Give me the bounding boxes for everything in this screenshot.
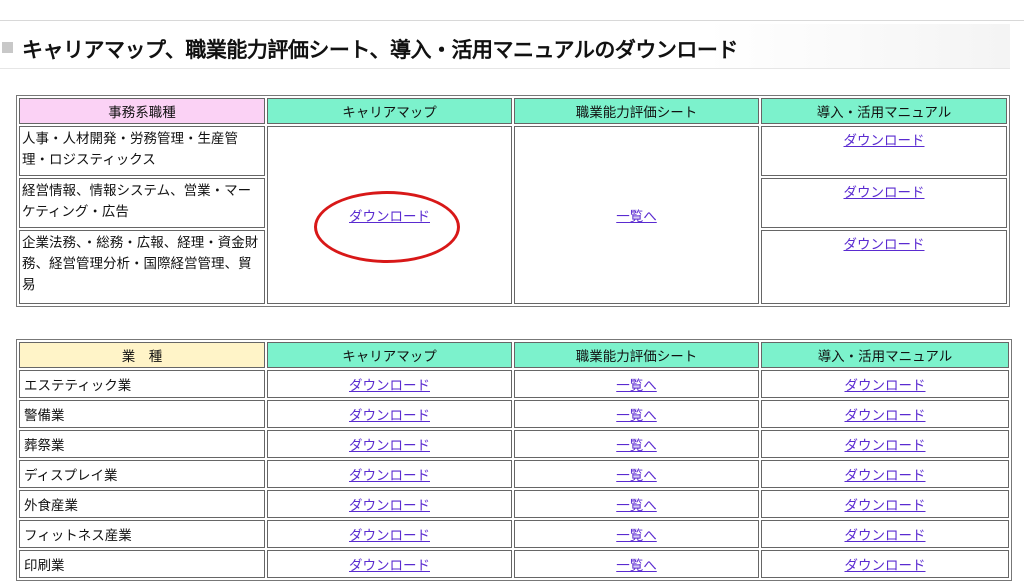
career-map-cell: ダウンロード — [267, 400, 512, 428]
eval-sheet-list-link[interactable]: 一覧へ — [616, 468, 657, 484]
header-eval-sheet: 職業能力評価シート — [514, 98, 759, 124]
eval-sheet-cell: 一覧へ — [514, 460, 759, 488]
eval-sheet-cell: 一覧へ — [514, 370, 759, 398]
eval-sheet-list-link[interactable]: 一覧へ — [616, 438, 657, 454]
eval-sheet-cell: 一覧へ — [514, 490, 759, 518]
career-map-download-link[interactable]: ダウンロード — [349, 558, 430, 574]
table-row: 経営情報、情報システム、営業・マーケティング・広告 ダウンロード — [19, 178, 1007, 228]
header-manual: 導入・活用マニュアル — [761, 342, 1009, 368]
table-header-row: 事務系職種 キャリアマップ 職業能力評価シート 導入・活用マニュアル — [19, 98, 1007, 124]
career-map-cell: ダウンロード — [267, 490, 512, 518]
page-title: キャリアマップ、職業能力評価シート、導入・活用マニュアルのダウンロード — [22, 38, 738, 62]
manual-cell: ダウンロード — [761, 460, 1009, 488]
office-jobs-table: 事務系職種 キャリアマップ 職業能力評価シート 導入・活用マニュアル 人事・人材… — [16, 95, 1010, 307]
job-category-cell: 企業法務、・総務・広報、経理・資金財務、経営管理分析・国際経営管理、貿易 — [19, 230, 265, 304]
industry-table: 業 種 キャリアマップ 職業能力評価シート 導入・活用マニュアル エステティック… — [16, 339, 1012, 581]
eval-sheet-cell: 一覧へ — [514, 550, 759, 578]
career-map-download-link[interactable]: ダウンロード — [349, 209, 430, 225]
manual-cell: ダウンロード — [761, 430, 1009, 458]
eval-sheet-cell: 一覧へ — [514, 520, 759, 548]
career-map-cell: ダウンロード — [267, 520, 512, 548]
industry-name-cell: エステティック業 — [19, 370, 265, 398]
table-row: 警備業 ダウンロード 一覧へ ダウンロード — [19, 400, 1009, 428]
manual-download-link[interactable]: ダウンロード — [845, 528, 926, 544]
manual-cell: ダウンロード — [761, 550, 1009, 578]
eval-sheet-cell: 一覧へ — [514, 400, 759, 428]
career-map-download-link[interactable]: ダウンロード — [349, 498, 430, 514]
heading-square-icon — [2, 42, 13, 53]
industry-name-cell: 警備業 — [19, 400, 265, 428]
header-job-type: 事務系職種 — [19, 98, 265, 124]
table-row: フィットネス産業 ダウンロード 一覧へ ダウンロード — [19, 520, 1009, 548]
eval-sheet-list-link[interactable]: 一覧へ — [616, 408, 657, 424]
job-category-cell: 人事・人材開発・労務管理・生産管理・ロジスティックス — [19, 126, 265, 176]
table-row: 企業法務、・総務・広報、経理・資金財務、経営管理分析・国際経営管理、貿易 ダウン… — [19, 230, 1007, 304]
header-industry: 業 種 — [19, 342, 265, 368]
header-eval-sheet: 職業能力評価シート — [514, 342, 759, 368]
manual-cell: ダウンロード — [761, 178, 1007, 228]
eval-sheet-list-link[interactable]: 一覧へ — [616, 378, 657, 394]
industry-name-cell: 外食産業 — [19, 490, 265, 518]
eval-sheet-list-link[interactable]: 一覧へ — [616, 498, 657, 514]
career-map-cell: ダウンロード — [267, 550, 512, 578]
header-career-map: キャリアマップ — [267, 342, 512, 368]
industry-name-cell: ディスプレイ業 — [19, 460, 265, 488]
table-row: 外食産業 ダウンロード 一覧へ ダウンロード — [19, 490, 1009, 518]
manual-download-link[interactable]: ダウンロード — [844, 133, 925, 149]
table-row: 人事・人材開発・労務管理・生産管理・ロジスティックス ダウンロード 一覧へ ダウ… — [19, 126, 1007, 304]
manual-cell: ダウンロード — [761, 400, 1009, 428]
manual-download-link[interactable]: ダウンロード — [845, 498, 926, 514]
manual-cell: ダウンロード — [761, 230, 1007, 304]
manual-cell: ダウンロード — [761, 520, 1009, 548]
table-row: 印刷業 ダウンロード 一覧へ ダウンロード — [19, 550, 1009, 578]
career-map-cell: ダウンロード — [267, 370, 512, 398]
industry-name-cell: 印刷業 — [19, 550, 265, 578]
eval-sheet-cell: 一覧へ — [514, 430, 759, 458]
career-map-download-link[interactable]: ダウンロード — [349, 408, 430, 424]
top-divider — [0, 20, 1024, 21]
manual-cell: ダウンロード — [761, 490, 1009, 518]
table-row: ディスプレイ業 ダウンロード 一覧へ ダウンロード — [19, 460, 1009, 488]
manual-download-link[interactable]: ダウンロード — [845, 378, 926, 394]
header-manual: 導入・活用マニュアル — [761, 98, 1007, 124]
manual-download-link[interactable]: ダウンロード — [845, 408, 926, 424]
header-career-map: キャリアマップ — [267, 98, 512, 124]
career-map-download-link[interactable]: ダウンロード — [349, 438, 430, 454]
industry-name-cell: フィットネス産業 — [19, 520, 265, 548]
career-map-cell: ダウンロード — [267, 460, 512, 488]
industry-name-cell: 葬祭業 — [19, 430, 265, 458]
table-row: 葬祭業 ダウンロード 一覧へ ダウンロード — [19, 430, 1009, 458]
career-map-download-link[interactable]: ダウンロード — [349, 378, 430, 394]
eval-sheet-list-link[interactable]: 一覧へ — [616, 558, 657, 574]
table-header-row: 業 種 キャリアマップ 職業能力評価シート 導入・活用マニュアル — [19, 342, 1009, 368]
manual-download-link[interactable]: ダウンロード — [845, 468, 926, 484]
eval-sheet-list-link[interactable]: 一覧へ — [616, 528, 657, 544]
eval-sheet-list-link[interactable]: 一覧へ — [616, 209, 657, 225]
eval-sheet-cell: 一覧へ — [514, 126, 759, 304]
career-map-download-link[interactable]: ダウンロード — [349, 528, 430, 544]
career-map-cell: ダウンロード — [267, 126, 512, 304]
manual-download-link[interactable]: ダウンロード — [844, 185, 925, 201]
manual-download-link[interactable]: ダウンロード — [845, 558, 926, 574]
job-category-cell: 経営情報、情報システム、営業・マーケティング・広告 — [19, 178, 265, 228]
table-row: エステティック業 ダウンロード 一覧へ ダウンロード — [19, 370, 1009, 398]
manual-download-link[interactable]: ダウンロード — [844, 237, 925, 253]
career-map-cell: ダウンロード — [267, 430, 512, 458]
manual-download-link[interactable]: ダウンロード — [845, 438, 926, 454]
career-map-download-link[interactable]: ダウンロード — [349, 468, 430, 484]
manual-cell: ダウンロード — [761, 370, 1009, 398]
manual-cell: ダウンロード — [761, 126, 1007, 176]
